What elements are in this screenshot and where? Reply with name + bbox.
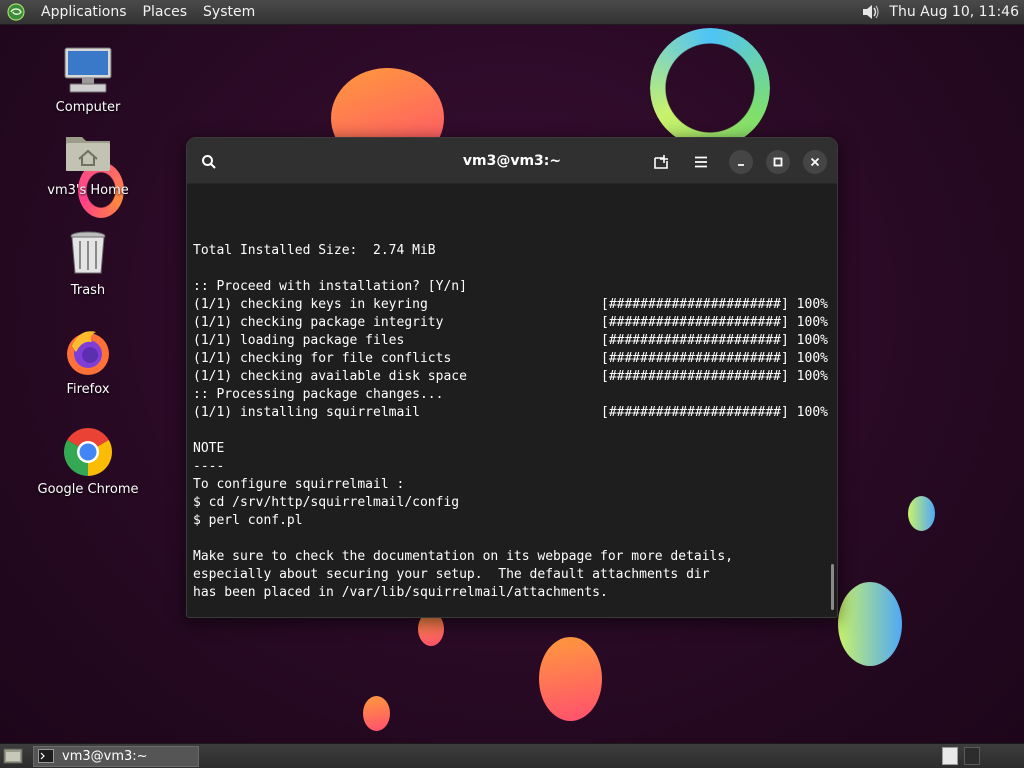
desktop-icon-label: Computer xyxy=(55,100,121,115)
terminal-line: (1/1) checking keys in keyring [#########… xyxy=(193,296,831,314)
terminal-line: (1/1) checking for file conflicts [######… xyxy=(193,350,831,368)
close-icon xyxy=(810,157,820,167)
terminal-line-text: :: Processing package changes... xyxy=(193,387,444,402)
desktop-icon-computer[interactable]: Computer xyxy=(33,44,143,115)
clock[interactable]: Thu Aug 10, 11:46 xyxy=(889,4,1024,20)
terminal-line-text: (1/1) checking available disk space xyxy=(193,369,467,384)
maximize-icon xyxy=(773,157,783,167)
desktop-icon-home[interactable]: vm3's Home xyxy=(33,127,143,198)
show-desktop-icon[interactable] xyxy=(3,747,23,765)
terminal-line: (1/1) checking available disk space [####… xyxy=(193,368,831,386)
terminal-line-text: (1/1) loading package files xyxy=(193,333,405,348)
desktop-icon-label: vm3's Home xyxy=(47,183,129,198)
volume-icon[interactable] xyxy=(860,2,880,22)
minimize-button[interactable] xyxy=(729,150,753,174)
workspace-2[interactable] xyxy=(964,747,980,765)
terminal-line-text: Total Installed Size: 2.74 MiB xyxy=(193,243,436,258)
terminal-line: :: Proceed with installation? [Y/n] xyxy=(193,278,831,296)
terminal-line: (1/1) installing squirrelmail [##########… xyxy=(193,404,831,422)
firefox-icon xyxy=(67,331,109,375)
workspace-1[interactable] xyxy=(942,747,958,765)
desktop-icon-chrome[interactable]: Google Chrome xyxy=(33,426,143,497)
close-button[interactable] xyxy=(803,150,827,174)
progress-bar-text: [######################] 100% xyxy=(601,297,828,312)
chrome-icon xyxy=(63,427,113,476)
new-tab-button[interactable] xyxy=(649,150,673,174)
terminal-line-text: Make sure to check the documentation on … xyxy=(193,549,734,564)
taskbar-item-label: vm3@vm3:~ xyxy=(62,748,148,764)
desktop-icon-firefox[interactable]: Firefox xyxy=(33,326,143,397)
distro-logo-icon[interactable] xyxy=(7,3,25,21)
terminal-line-text: :: Proceed with installation? [Y/n] xyxy=(193,279,467,294)
terminal-line-text: especially about securing your setup. Th… xyxy=(193,567,710,582)
terminal-line-text: (1/1) checking for file conflicts xyxy=(193,351,452,366)
trash-icon xyxy=(70,231,106,274)
progress-bar-text: [######################] 100% xyxy=(601,369,828,384)
terminal-line: $ cd /srv/http/squirrelmail/config xyxy=(193,494,831,512)
terminal-line: NOTE xyxy=(193,440,831,458)
terminal-line: :: Processing package changes... xyxy=(193,386,831,404)
desktop-icon-label: Google Chrome xyxy=(37,482,139,497)
terminal-header[interactable]: vm3@vm3:~ xyxy=(187,138,837,184)
progress-bar-text: [######################] 100% xyxy=(601,351,828,366)
minimize-icon xyxy=(738,164,744,166)
terminal-line-text: (1/1) installing squirrelmail xyxy=(193,405,420,420)
progress-bar-text: [######################] 100% xyxy=(601,315,828,330)
terminal-line-text: (1/1) checking keys in keyring xyxy=(193,297,428,312)
terminal-window[interactable]: vm3@vm3:~ Total Installed Size: 2.74 MiB… xyxy=(186,137,838,618)
terminal-line: $ perl conf.pl xyxy=(193,512,831,530)
terminal-line: has been placed in /var/lib/squirrelmail… xyxy=(193,584,831,602)
terminal-line-text: $ perl conf.pl xyxy=(193,513,303,528)
desktop-icon-label: Trash xyxy=(70,283,106,298)
terminal-line-text: $ cd /srv/http/squirrelmail/config xyxy=(193,495,460,510)
terminal-line: especially about securing your setup. Th… xyxy=(193,566,831,584)
taskbar-item-terminal[interactable]: vm3@vm3:~ xyxy=(33,745,199,767)
maximize-button[interactable] xyxy=(766,150,790,174)
terminal-line: (1/1) checking package integrity [#######… xyxy=(193,314,831,332)
decor-ring xyxy=(650,28,770,148)
home-folder-icon xyxy=(66,137,110,171)
desktop-icon-trash[interactable]: Trash xyxy=(33,227,143,298)
terminal-line: To configure squirrelmail : xyxy=(193,476,831,494)
decor-blob xyxy=(838,582,902,666)
terminal-line-text: has been placed in /var/lib/squirrelmail… xyxy=(193,585,608,600)
bottom-panel: vm3@vm3:~ xyxy=(0,743,1024,768)
terminal-line: Total Installed Size: 2.74 MiB xyxy=(193,242,831,260)
terminal-line-text: NOTE xyxy=(193,441,225,456)
decor-blob xyxy=(539,637,602,721)
terminal-output[interactable]: Total Installed Size: 2.74 MiB:: Proceed… xyxy=(187,184,837,617)
terminal-line: Make sure to check the documentation on … xyxy=(193,548,831,566)
menu-places[interactable]: Places xyxy=(135,0,196,25)
decor-blob xyxy=(363,696,390,731)
terminal-icon xyxy=(38,749,54,763)
menu-system[interactable]: System xyxy=(195,0,263,25)
terminal-line-text: (1/1) checking package integrity xyxy=(193,315,444,330)
terminal-line-text: ---- xyxy=(193,459,225,474)
top-panel: Applications Places System Thu Aug 10, 1… xyxy=(0,0,1024,25)
terminal-line: (1/1) loading package files [############… xyxy=(193,332,831,350)
computer-icon xyxy=(64,47,112,93)
desktop-icon-label: Firefox xyxy=(66,382,110,397)
decor-blob xyxy=(908,496,935,531)
terminal-scrollbar[interactable] xyxy=(831,564,834,610)
progress-bar-text: [######################] 100% xyxy=(601,333,828,348)
new-tab-icon xyxy=(654,155,668,169)
menu-applications[interactable]: Applications xyxy=(33,0,135,25)
progress-bar-text: [######################] 100% xyxy=(601,405,828,420)
terminal-line: ---- xyxy=(193,458,831,476)
menu-button[interactable] xyxy=(689,150,713,174)
menu-icon xyxy=(695,156,707,168)
terminal-line-text: To configure squirrelmail : xyxy=(193,477,405,492)
